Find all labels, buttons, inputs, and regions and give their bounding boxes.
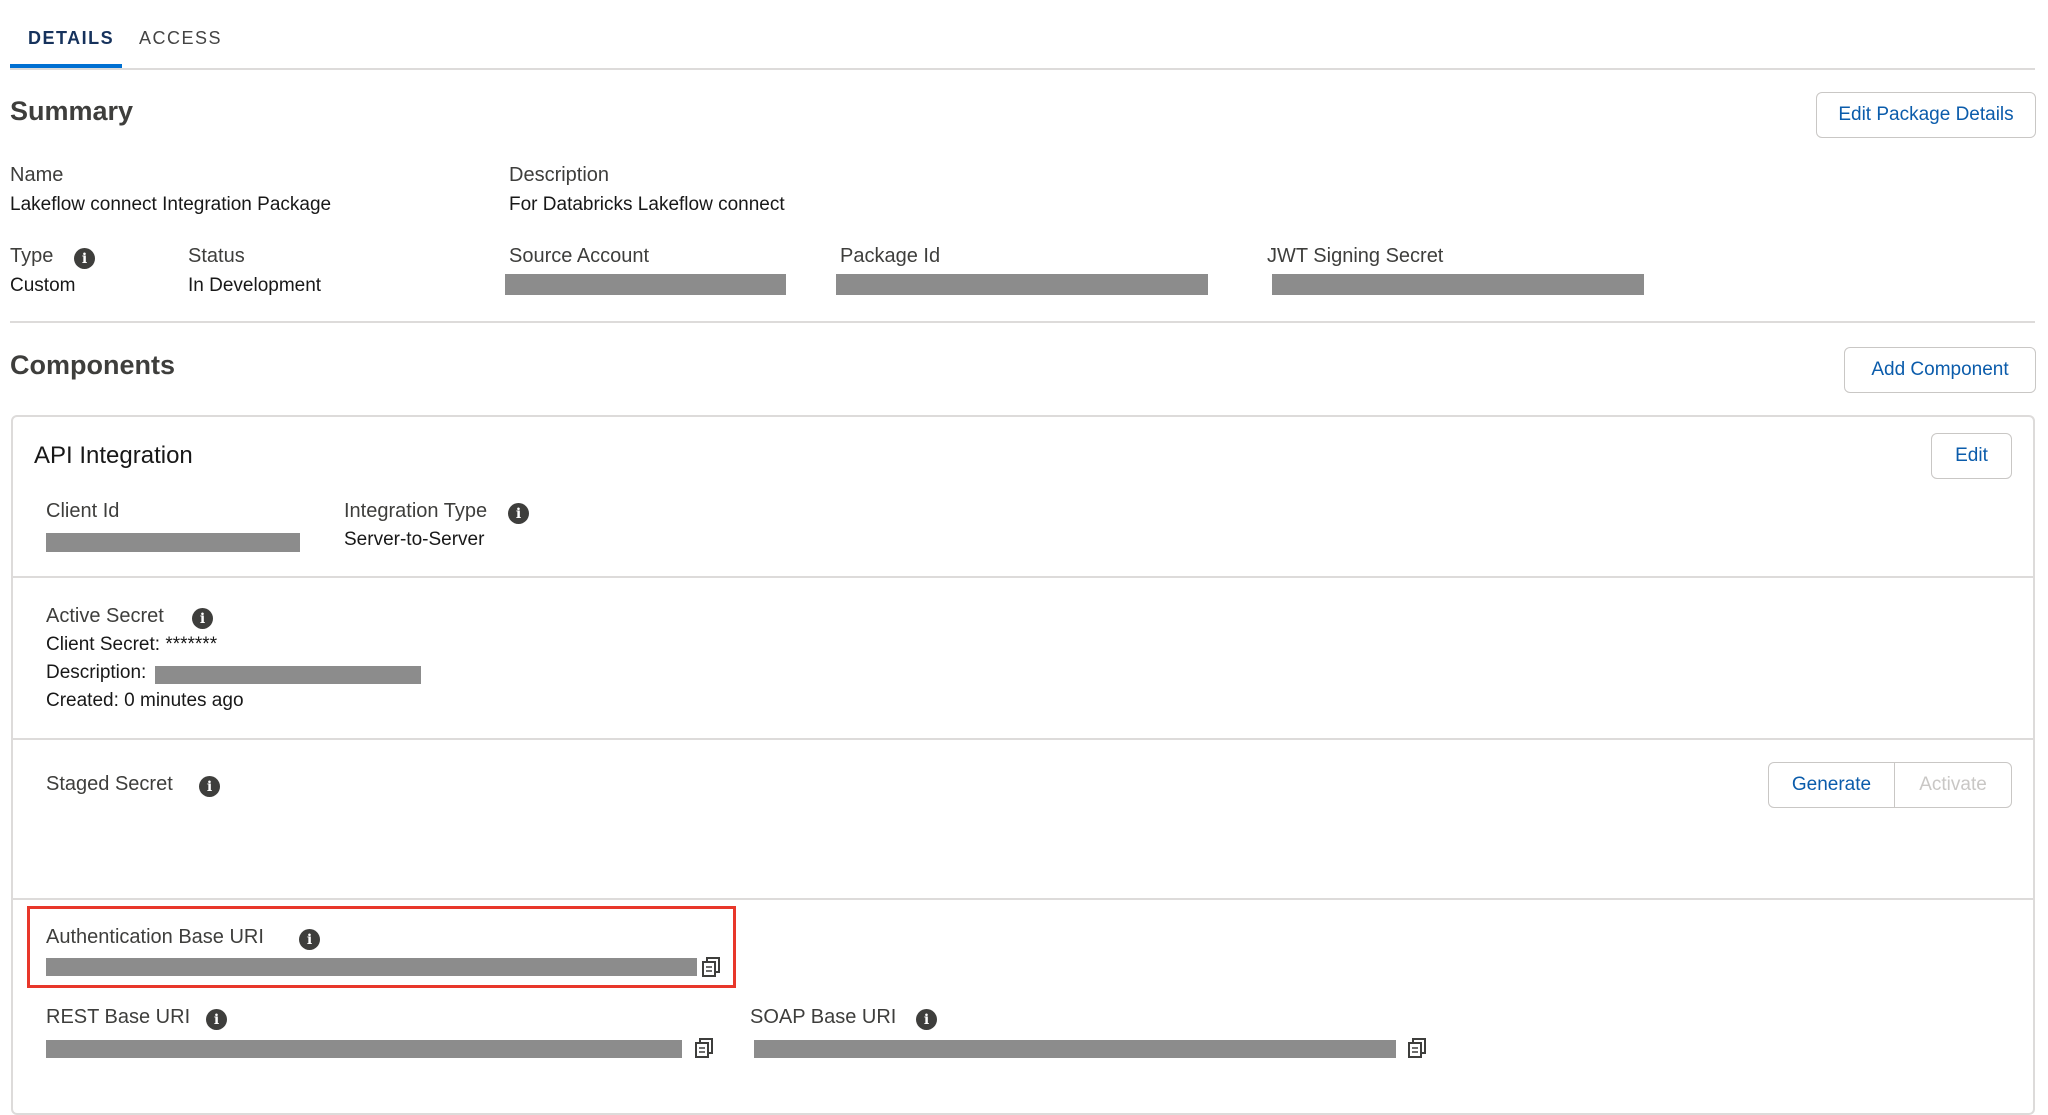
copy-icon[interactable] (702, 957, 720, 977)
info-icon[interactable]: i (299, 929, 320, 950)
edit-api-integration-button[interactable]: Edit (1931, 433, 2012, 479)
rest-base-uri-redacted (46, 1040, 682, 1058)
tab-details[interactable]: DETAILS (28, 28, 114, 49)
api-integration-title: API Integration (34, 442, 193, 469)
staged-secret-label: Staged Secret (46, 773, 173, 795)
info-icon[interactable]: i (74, 248, 95, 269)
components-title: Components (10, 350, 175, 380)
jwt-signing-secret-label: JWT Signing Secret (1267, 245, 1444, 267)
name-value: Lakeflow connect Integration Package (10, 194, 332, 215)
type-value: Custom (10, 275, 76, 296)
info-icon[interactable]: i (199, 776, 220, 797)
add-component-button[interactable]: Add Component (1844, 347, 2036, 393)
created-line: Created: 0 minutes ago (46, 690, 244, 711)
jwt-signing-secret-redacted (1272, 274, 1644, 295)
activate-button[interactable]: Activate (1894, 762, 2012, 808)
info-icon[interactable]: i (192, 608, 213, 629)
summary-title: Summary (10, 96, 134, 126)
tab-access[interactable]: ACCESS (139, 28, 222, 49)
auth-base-uri-redacted (46, 958, 697, 976)
copy-icon[interactable] (1408, 1038, 1426, 1058)
active-tab-indicator (10, 64, 122, 68)
generate-button[interactable]: Generate (1768, 762, 1895, 808)
section-divider (10, 321, 2035, 323)
name-label: Name (10, 164, 64, 186)
description-value: For Databricks Lakeflow connect (509, 194, 785, 215)
integration-type-value: Server-to-Server (344, 529, 485, 550)
source-account-label: Source Account (509, 245, 650, 267)
type-label: Type (10, 245, 54, 267)
info-icon[interactable]: i (916, 1009, 937, 1030)
client-id-label: Client Id (46, 500, 120, 522)
copy-icon[interactable] (695, 1038, 713, 1058)
api-integration-card (11, 415, 2035, 1115)
status-value: In Development (188, 275, 322, 296)
description-label: Description (509, 164, 610, 186)
soap-base-uri-redacted (754, 1040, 1396, 1058)
active-secret-label: Active Secret (46, 605, 164, 627)
client-id-redacted (46, 533, 300, 552)
package-id-label: Package Id (840, 245, 941, 267)
card-divider (13, 898, 2033, 900)
client-secret-line: Client Secret: ******* (46, 634, 218, 655)
info-icon[interactable]: i (206, 1009, 227, 1030)
active-secret-description-redacted (155, 666, 421, 684)
rest-base-uri-label: REST Base URI (46, 1006, 191, 1028)
card-divider (13, 738, 2033, 740)
source-account-redacted (505, 274, 786, 295)
package-id-redacted (836, 274, 1208, 295)
soap-base-uri-label: SOAP Base URI (750, 1006, 897, 1028)
status-label: Status (188, 245, 245, 267)
edit-package-details-button[interactable]: Edit Package Details (1816, 92, 2036, 138)
auth-base-uri-label: Authentication Base URI (46, 926, 264, 948)
active-secret-description-label: Description: (46, 662, 147, 683)
tab-bar: DETAILS ACCESS (10, 0, 2035, 70)
card-divider (13, 576, 2033, 578)
info-icon[interactable]: i (508, 503, 529, 524)
integration-type-label: Integration Type (344, 500, 488, 522)
